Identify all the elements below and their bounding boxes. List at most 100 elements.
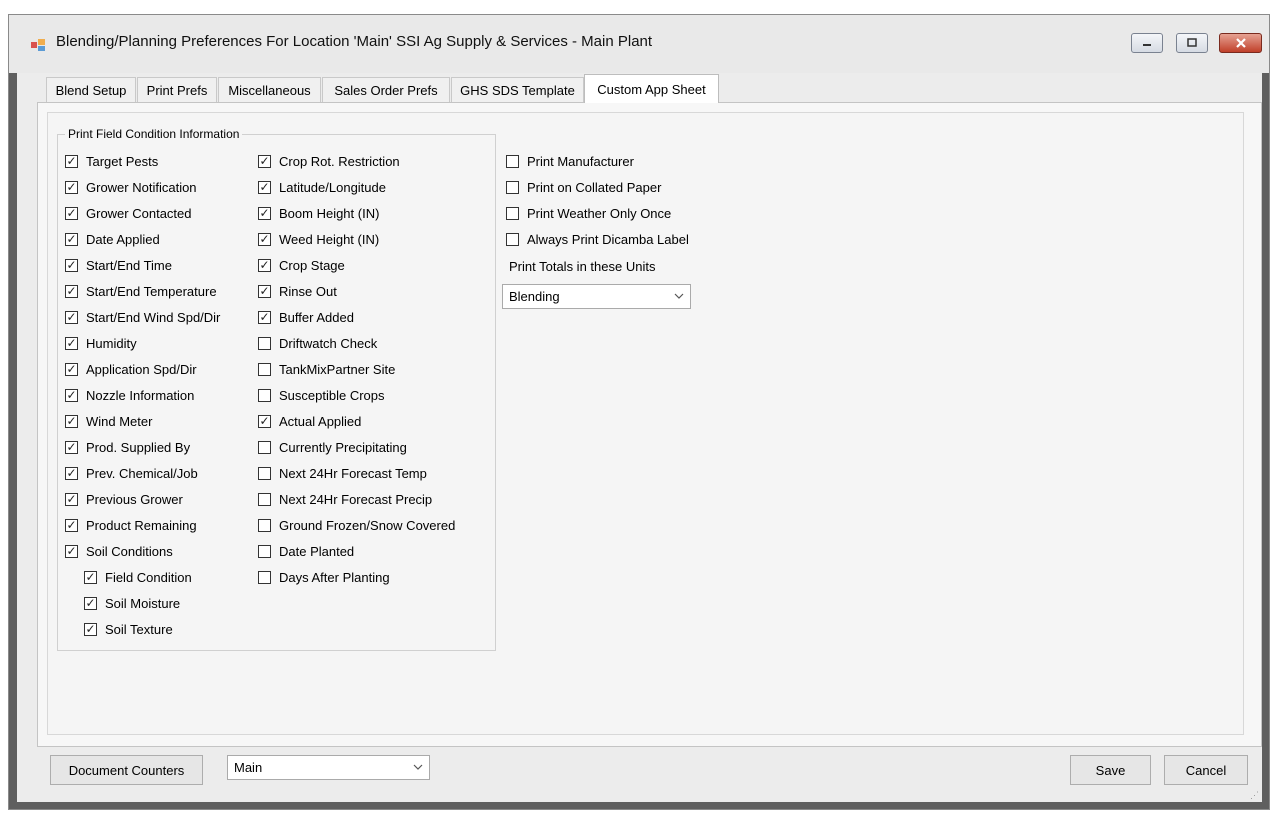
checkbox-checked-icon[interactable]: ✓ — [65, 363, 78, 376]
checkbox-checked-icon[interactable]: ✓ — [65, 337, 78, 350]
units-select[interactable]: Blending — [502, 284, 691, 309]
checkbox-product-remaining[interactable]: ✓ Product Remaining — [65, 518, 197, 533]
checkbox-checked-icon[interactable]: ✓ — [65, 311, 78, 324]
checkbox-soil-texture[interactable]: ✓ Soil Texture — [84, 622, 173, 637]
checkbox-boom-height-in[interactable]: ✓ Boom Height (IN) — [258, 206, 379, 221]
cancel-button[interactable]: Cancel — [1164, 755, 1248, 785]
checkbox-always-print-dicamba-label[interactable]: Always Print Dicamba Label — [506, 232, 689, 247]
checkbox-unchecked-icon[interactable] — [258, 337, 271, 350]
checkbox-grower-contacted[interactable]: ✓ Grower Contacted — [65, 206, 192, 221]
checkbox-checked-icon[interactable]: ✓ — [65, 181, 78, 194]
checkbox-next-24hr-forecast-temp[interactable]: Next 24Hr Forecast Temp — [258, 466, 427, 481]
tab-print-prefs[interactable]: Print Prefs — [137, 77, 217, 102]
checkbox-checked-icon[interactable]: ✓ — [258, 285, 271, 298]
checkbox-currently-precipitating[interactable]: Currently Precipitating — [258, 440, 407, 455]
checkbox-wind-meter[interactable]: ✓ Wind Meter — [65, 414, 152, 429]
checkbox-weed-height-in[interactable]: ✓ Weed Height (IN) — [258, 232, 379, 247]
checkbox-print-weather-only-once[interactable]: Print Weather Only Once — [506, 206, 671, 221]
checkbox-start-end-wind-spd-dir[interactable]: ✓ Start/End Wind Spd/Dir — [65, 310, 220, 325]
checkbox-humidity[interactable]: ✓ Humidity — [65, 336, 137, 351]
checkbox-checked-icon[interactable]: ✓ — [65, 519, 78, 532]
chevron-down-icon[interactable] — [668, 291, 690, 302]
checkbox-start-end-time[interactable]: ✓ Start/End Time — [65, 258, 172, 273]
checkbox-crop-stage[interactable]: ✓ Crop Stage — [258, 258, 345, 273]
checkbox-unchecked-icon[interactable] — [258, 389, 271, 402]
checkbox-checked-icon[interactable]: ✓ — [65, 415, 78, 428]
checkbox-unchecked-icon[interactable] — [258, 519, 271, 532]
close-button[interactable] — [1219, 33, 1262, 53]
checkbox-prev-chemical-job[interactable]: ✓ Prev. Chemical/Job — [65, 466, 198, 481]
checkbox-date-applied[interactable]: ✓ Date Applied — [65, 232, 160, 247]
checkbox-checked-icon[interactable]: ✓ — [65, 441, 78, 454]
checkbox-soil-conditions[interactable]: ✓ Soil Conditions — [65, 544, 173, 559]
checkbox-checked-icon[interactable]: ✓ — [258, 259, 271, 272]
checkbox-start-end-temperature[interactable]: ✓ Start/End Temperature — [65, 284, 217, 299]
checkbox-tankmixpartner-site[interactable]: TankMixPartner Site — [258, 362, 395, 377]
location-select[interactable]: Main — [227, 755, 430, 780]
checkbox-print-manufacturer[interactable]: Print Manufacturer — [506, 154, 634, 169]
tab-blend-setup[interactable]: Blend Setup — [46, 77, 136, 102]
maximize-button[interactable] — [1176, 33, 1208, 53]
checkbox-grower-notification[interactable]: ✓ Grower Notification — [65, 180, 197, 195]
checkbox-checked-icon[interactable]: ✓ — [65, 285, 78, 298]
checkbox-checked-icon[interactable]: ✓ — [65, 207, 78, 220]
checkbox-latitude-longitude[interactable]: ✓ Latitude/Longitude — [258, 180, 386, 195]
tab-ghs-sds-template[interactable]: GHS SDS Template — [451, 77, 584, 102]
checkbox-unchecked-icon[interactable] — [506, 207, 519, 220]
checkbox-field-condition[interactable]: ✓ Field Condition — [84, 570, 192, 585]
checkbox-ground-frozen-snow-covered[interactable]: Ground Frozen/Snow Covered — [258, 518, 455, 533]
checkbox-checked-icon[interactable]: ✓ — [65, 545, 78, 558]
checkbox-target-pests[interactable]: ✓ Target Pests — [65, 154, 158, 169]
checkbox-checked-icon[interactable]: ✓ — [258, 155, 271, 168]
checkbox-checked-icon[interactable]: ✓ — [65, 467, 78, 480]
minimize-button[interactable] — [1131, 33, 1163, 53]
checkbox-unchecked-icon[interactable] — [258, 493, 271, 506]
checkbox-unchecked-icon[interactable] — [258, 571, 271, 584]
checkbox-checked-icon[interactable]: ✓ — [258, 311, 271, 324]
checkbox-driftwatch-check[interactable]: Driftwatch Check — [258, 336, 377, 351]
document-counters-button[interactable]: Document Counters — [50, 755, 203, 785]
tab-miscellaneous[interactable]: Miscellaneous — [218, 77, 321, 102]
chevron-down-icon[interactable] — [407, 762, 429, 773]
checkbox-checked-icon[interactable]: ✓ — [65, 389, 78, 402]
checkbox-checked-icon[interactable]: ✓ — [258, 207, 271, 220]
checkbox-unchecked-icon[interactable] — [258, 363, 271, 376]
tab-sales-order-prefs[interactable]: Sales Order Prefs — [322, 77, 450, 102]
checkbox-label: Prod. Supplied By — [86, 440, 191, 455]
checkbox-unchecked-icon[interactable] — [258, 467, 271, 480]
checkbox-nozzle-information[interactable]: ✓ Nozzle Information — [65, 388, 194, 403]
checkbox-soil-moisture[interactable]: ✓ Soil Moisture — [84, 596, 180, 611]
checkbox-checked-icon[interactable]: ✓ — [84, 597, 97, 610]
checkbox-label: Grower Contacted — [86, 206, 192, 221]
checkbox-prod-supplied-by[interactable]: ✓ Prod. Supplied By — [65, 440, 190, 455]
checkbox-checked-icon[interactable]: ✓ — [84, 623, 97, 636]
checkbox-unchecked-icon[interactable] — [258, 545, 271, 558]
checkbox-checked-icon[interactable]: ✓ — [258, 415, 271, 428]
checkbox-crop-rot-restriction[interactable]: ✓ Crop Rot. Restriction — [258, 154, 400, 169]
checkbox-next-24hr-forecast-precip[interactable]: Next 24Hr Forecast Precip — [258, 492, 432, 507]
checkbox-date-planted[interactable]: Date Planted — [258, 544, 354, 559]
checkbox-susceptible-crops[interactable]: Susceptible Crops — [258, 388, 385, 403]
checkbox-unchecked-icon[interactable] — [506, 233, 519, 246]
resize-grip-icon[interactable]: ⋰ — [1250, 790, 1259, 801]
checkbox-rinse-out[interactable]: ✓ Rinse Out — [258, 284, 337, 299]
checkbox-unchecked-icon[interactable] — [506, 181, 519, 194]
save-button[interactable]: Save — [1070, 755, 1151, 785]
tab-custom-app-sheet[interactable]: Custom App Sheet — [584, 74, 719, 103]
checkbox-checked-icon[interactable]: ✓ — [258, 181, 271, 194]
checkbox-checked-icon[interactable]: ✓ — [258, 233, 271, 246]
checkbox-days-after-planting[interactable]: Days After Planting — [258, 570, 390, 585]
checkbox-checked-icon[interactable]: ✓ — [84, 571, 97, 584]
checkbox-unchecked-icon[interactable] — [506, 155, 519, 168]
checkbox-checked-icon[interactable]: ✓ — [65, 155, 78, 168]
checkbox-unchecked-icon[interactable] — [258, 441, 271, 454]
checkbox-buffer-added[interactable]: ✓ Buffer Added — [258, 310, 354, 325]
checkbox-checked-icon[interactable]: ✓ — [65, 233, 78, 246]
checkbox-actual-applied[interactable]: ✓ Actual Applied — [258, 414, 361, 429]
checkbox-print-on-collated-paper[interactable]: Print on Collated Paper — [506, 180, 661, 195]
checkbox-previous-grower[interactable]: ✓ Previous Grower — [65, 492, 183, 507]
checkbox-checked-icon[interactable]: ✓ — [65, 493, 78, 506]
app-icon — [30, 36, 46, 52]
checkbox-checked-icon[interactable]: ✓ — [65, 259, 78, 272]
checkbox-application-spd-dir[interactable]: ✓ Application Spd/Dir — [65, 362, 197, 377]
